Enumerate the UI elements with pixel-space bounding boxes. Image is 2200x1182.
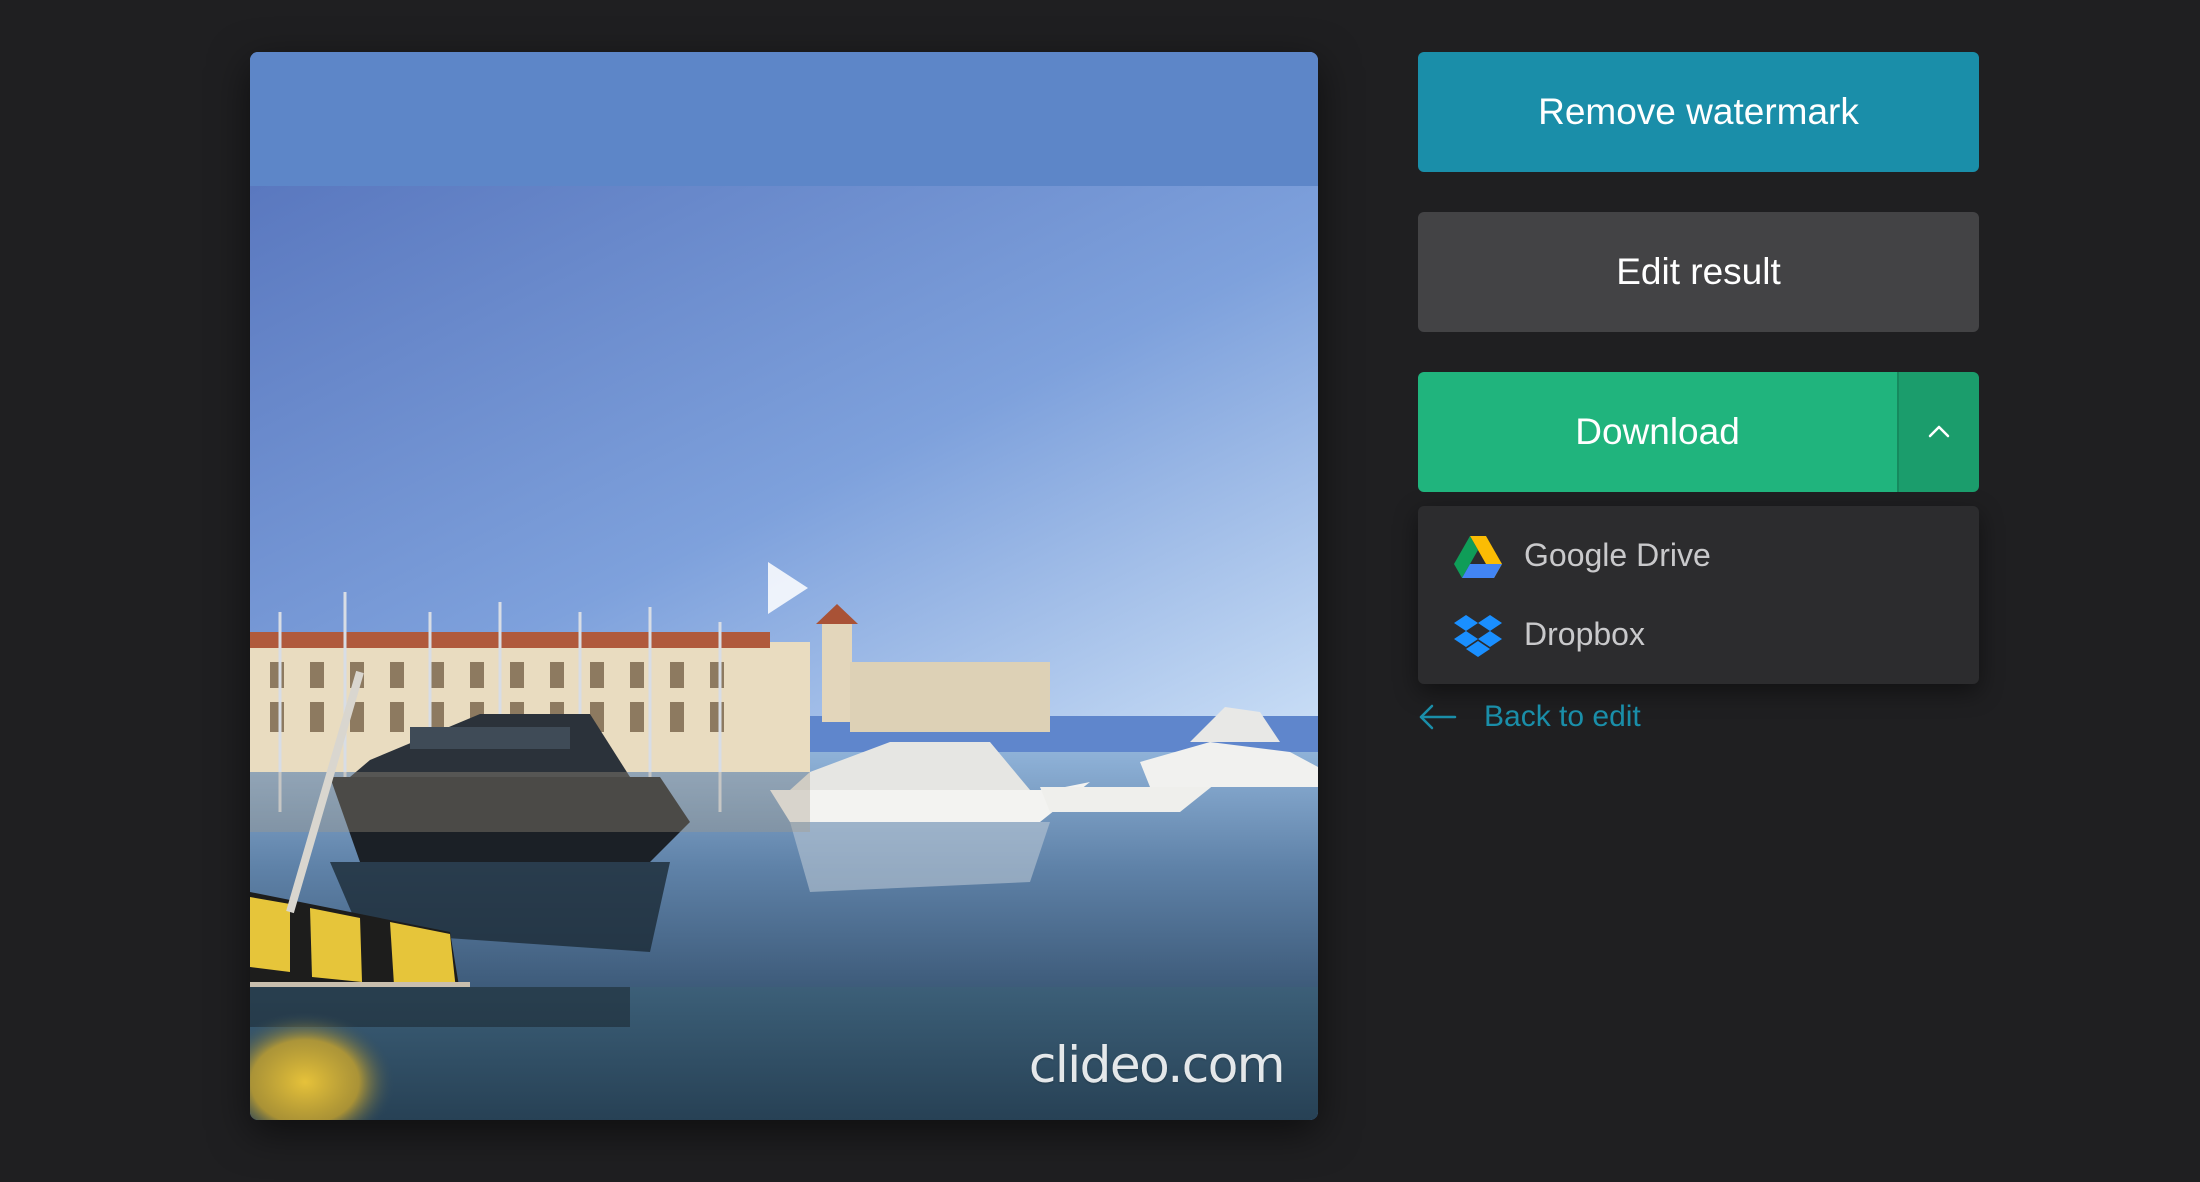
edit-result-button[interactable]: Edit result <box>1418 212 1979 332</box>
remove-watermark-button[interactable]: Remove watermark <box>1418 52 1979 172</box>
menu-item-label: Dropbox <box>1524 616 1645 652</box>
watermark-text: clideo.com <box>1028 1036 1286 1094</box>
play-button[interactable] <box>750 552 822 624</box>
action-panel: Remove watermark Edit result Download Go… <box>1418 52 1979 684</box>
video-preview[interactable]: clideo.com <box>250 52 1318 1120</box>
result-page: clideo.com Remove watermark Edit result … <box>0 0 2200 1182</box>
dropbox-icon <box>1454 611 1502 659</box>
chevron-up-icon <box>1928 425 1950 438</box>
download-button[interactable]: Download <box>1418 372 1897 492</box>
menu-item-google-drive[interactable]: Google Drive <box>1418 516 1979 595</box>
google-drive-icon <box>1454 532 1502 580</box>
arrow-left-icon <box>1418 702 1458 732</box>
download-menu: Google Drive Dropbox <box>1418 506 1979 684</box>
download-options-toggle[interactable] <box>1897 372 1979 492</box>
menu-item-dropbox[interactable]: Dropbox <box>1418 595 1979 674</box>
play-icon <box>768 562 808 614</box>
back-to-edit-link[interactable]: Back to edit <box>1418 700 1641 734</box>
menu-item-label: Google Drive <box>1524 537 1711 573</box>
download-button-group: Download <box>1418 372 1979 492</box>
back-to-edit-label: Back to edit <box>1484 700 1641 733</box>
